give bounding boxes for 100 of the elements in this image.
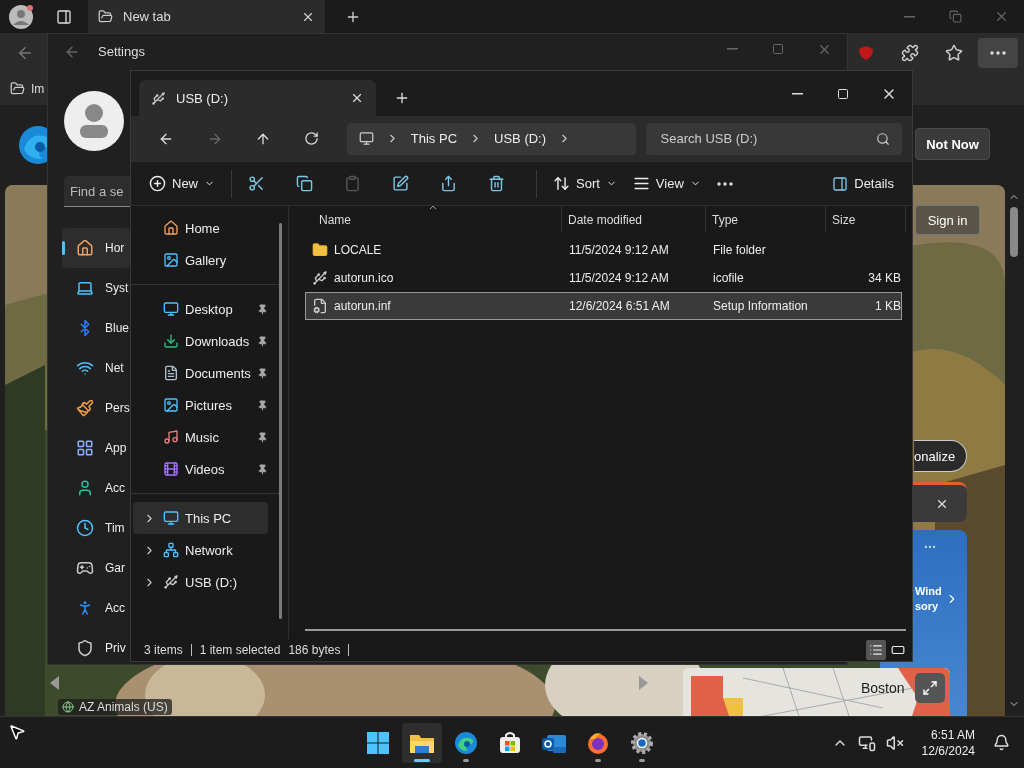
nav-item[interactable]: Pictures bbox=[133, 389, 268, 421]
more-button[interactable] bbox=[978, 37, 1018, 68]
column-header[interactable]: Date modified bbox=[562, 206, 706, 233]
apps-icon bbox=[76, 439, 94, 457]
file-date: 11/5/2024 9:12 AM bbox=[569, 243, 669, 257]
nav-item[interactable]: Documents bbox=[133, 357, 268, 389]
search-field[interactable]: Find a se bbox=[64, 176, 131, 207]
gamepad-icon bbox=[76, 559, 94, 577]
copy-icon bbox=[296, 175, 313, 192]
scrollbar-thumb[interactable] bbox=[279, 223, 282, 619]
maximize-icon bbox=[837, 87, 849, 100]
more-icon bbox=[990, 50, 1006, 55]
pin-icon bbox=[257, 431, 268, 443]
desktop-icon bbox=[163, 301, 179, 317]
paintbrush-icon bbox=[76, 399, 94, 417]
explorer-tab[interactable]: USB (D:) bbox=[139, 80, 376, 116]
settings-nav-item[interactable]: Acc bbox=[62, 468, 130, 508]
star-icon bbox=[945, 43, 963, 62]
settings-nav-item[interactable]: Syst bbox=[62, 268, 130, 308]
clock[interactable]: 6:51 AM 12/6/2024 bbox=[921, 726, 975, 759]
nav-item[interactable]: Desktop bbox=[133, 293, 268, 325]
column-header[interactable]: Type bbox=[706, 206, 826, 233]
plus-icon bbox=[394, 90, 410, 106]
scissors-icon bbox=[248, 175, 265, 192]
nav-item[interactable]: Home bbox=[133, 212, 268, 244]
settings-nav-item[interactable]: Priv bbox=[62, 628, 130, 668]
page-icon bbox=[98, 9, 113, 24]
details-view-button[interactable] bbox=[866, 640, 886, 660]
toolbar-menu-button[interactable]: Sort bbox=[547, 167, 623, 200]
scrollbar-thumb[interactable] bbox=[305, 629, 906, 631]
file-name: LOCALE bbox=[334, 243, 382, 257]
sign-in-button[interactable]: Sign in bbox=[915, 205, 980, 235]
column-header[interactable]: Name bbox=[305, 206, 562, 233]
network-icon[interactable] bbox=[857, 733, 876, 752]
notification-icon[interactable] bbox=[993, 734, 1010, 751]
breadcrumb-link[interactable]: This PC bbox=[410, 131, 458, 146]
browser-icon bbox=[454, 730, 478, 755]
minimize-icon bbox=[791, 92, 803, 95]
settings-nav-item[interactable]: Blue bbox=[62, 308, 130, 348]
nav-item[interactable]: USB (D:) bbox=[133, 566, 268, 598]
wifi-icon bbox=[76, 359, 94, 377]
nav-item[interactable]: Downloads bbox=[133, 325, 268, 357]
nav-item[interactable]: This PC bbox=[133, 502, 268, 534]
weather-alert-text: Wind sory bbox=[915, 584, 941, 614]
selection-info: 1 item selected bbox=[199, 643, 281, 657]
item-count: 3 items bbox=[144, 643, 183, 657]
toolbar-menu-button[interactable]: New bbox=[143, 167, 221, 200]
address-bar[interactable]: This PC USB (D:) bbox=[346, 122, 636, 155]
usb-drive-icon bbox=[312, 270, 328, 286]
close-icon[interactable] bbox=[350, 91, 364, 105]
usb-drive-icon bbox=[163, 574, 179, 590]
settings-nav-item[interactable]: Tim bbox=[62, 508, 130, 548]
settings-nav-item[interactable]: Hor bbox=[62, 228, 130, 268]
favorite-link[interactable]: Im bbox=[10, 81, 45, 96]
laptop-icon bbox=[76, 279, 94, 297]
search-field[interactable]: Search USB (D:) bbox=[645, 122, 902, 155]
file-type: icofile bbox=[713, 271, 744, 285]
file-row[interactable]: autorun.inf 12/6/2024 6:51 AM Setup Information 1 KB bbox=[305, 292, 902, 320]
home-icon bbox=[163, 220, 179, 236]
breadcrumb-link[interactable]: USB (D:) bbox=[494, 131, 547, 146]
column-header[interactable]: Size bbox=[826, 206, 906, 233]
settings-nav-item[interactable]: Gar bbox=[62, 548, 130, 588]
nav-item[interactable]: Network bbox=[133, 534, 268, 566]
nav-item[interactable]: Music bbox=[133, 421, 268, 453]
scrollbar-thumb[interactable] bbox=[1010, 207, 1018, 257]
file-row[interactable]: LOCALE 11/5/2024 9:12 AM File folder bbox=[305, 236, 902, 264]
settings-nav-item[interactable]: Acc bbox=[62, 588, 130, 628]
nav-item[interactable]: Videos bbox=[133, 453, 268, 485]
browser-tab[interactable]: New tab bbox=[88, 0, 325, 33]
share-icon bbox=[440, 175, 457, 192]
taskbar-app-button[interactable] bbox=[402, 722, 442, 763]
map-label: Boston bbox=[861, 680, 905, 696]
file-row[interactable]: autorun.ico 11/5/2024 9:12 AM icofile 34 KB bbox=[305, 264, 902, 292]
clock-icon bbox=[76, 519, 94, 537]
toolbar-menu-button[interactable]: View bbox=[626, 167, 707, 200]
pin-icon bbox=[257, 399, 268, 411]
expand-button[interactable] bbox=[915, 673, 945, 703]
volume-muted-icon[interactable] bbox=[885, 733, 904, 752]
document-icon bbox=[163, 365, 179, 381]
mouse-cursor-icon bbox=[8, 723, 26, 741]
shield-icon bbox=[858, 44, 874, 61]
details-pane-icon bbox=[832, 175, 849, 192]
not-now-button[interactable]: Not Now bbox=[915, 128, 990, 160]
download-icon bbox=[163, 333, 179, 349]
back-icon[interactable] bbox=[64, 44, 80, 60]
settings-nav-item[interactable]: App bbox=[62, 428, 130, 468]
avatar-icon[interactable] bbox=[8, 3, 34, 30]
carousel-left-icon[interactable] bbox=[50, 676, 60, 690]
pin-icon bbox=[257, 463, 268, 475]
settings-nav-item[interactable]: Pers bbox=[62, 388, 130, 428]
shield-icon bbox=[76, 639, 94, 657]
selection-size: 186 bytes bbox=[288, 643, 341, 657]
nav-item[interactable]: Gallery bbox=[133, 244, 268, 276]
tab-actions-icon[interactable] bbox=[56, 8, 72, 25]
file-date: 12/6/2024 6:51 AM bbox=[569, 299, 670, 313]
personalize-button[interactable]: onalize bbox=[914, 440, 967, 472]
home-icon bbox=[76, 239, 94, 257]
music-icon bbox=[163, 429, 179, 445]
settings-nav-item[interactable]: Net bbox=[62, 348, 130, 388]
details-button[interactable]: Details bbox=[826, 167, 900, 200]
